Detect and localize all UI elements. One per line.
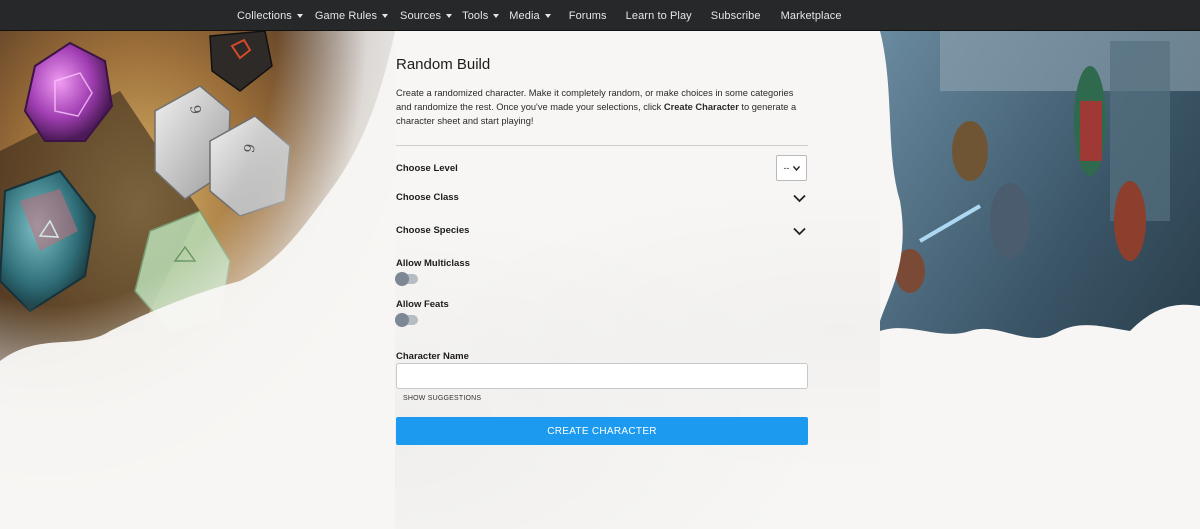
level-select[interactable]: -- xyxy=(776,155,807,181)
nav-item-label: Game Rules xyxy=(314,9,378,22)
chevron-down-icon xyxy=(792,165,800,171)
level-select-value: -- xyxy=(783,163,790,173)
nav-item-label: Learn to Play xyxy=(625,9,692,22)
character-name-label: Character Name xyxy=(396,351,469,362)
caret-down-icon xyxy=(296,13,303,18)
nav-item-label: Forums xyxy=(568,9,607,22)
adventurers-artwork xyxy=(880,31,1200,529)
create-character-button[interactable]: CREATE CHARACTER xyxy=(396,417,808,445)
nav-item-marketplace[interactable]: Marketplace xyxy=(781,0,842,31)
feats-toggle[interactable] xyxy=(395,313,418,327)
caret-down-icon xyxy=(382,13,389,18)
character-name-input[interactable] xyxy=(396,363,808,389)
caret-down-icon xyxy=(544,13,551,18)
caret-down-icon xyxy=(493,13,500,18)
intro-text: Create a randomized character. Make it c… xyxy=(396,86,808,128)
nav-item-tools[interactable]: Tools xyxy=(462,0,500,31)
section-divider xyxy=(396,145,808,146)
nav-links: Collections Game Rules Sources Tools Media Fo… xyxy=(237,0,842,31)
dice-artwork: 9 6 xyxy=(0,31,395,529)
caret-down-icon xyxy=(446,13,453,18)
nav-item-label: Media xyxy=(509,9,540,22)
nav-item-sources[interactable]: Sources xyxy=(400,0,453,31)
top-navigation: Collections Game Rules Sources Tools Media Fo… xyxy=(0,0,1200,31)
dice-illustration: 9 6 xyxy=(0,31,395,529)
nav-item-learn-to-play[interactable]: Learn to Play xyxy=(626,0,692,31)
chevron-down-icon[interactable] xyxy=(793,227,806,236)
toggle-knob xyxy=(395,272,409,286)
nav-item-collections[interactable]: Collections xyxy=(237,0,303,31)
nav-item-label: Marketplace xyxy=(780,9,842,22)
multiclass-toggle[interactable] xyxy=(395,272,418,286)
allow-multiclass-label: Allow Multiclass xyxy=(396,258,470,269)
chevron-down-icon[interactable] xyxy=(793,194,806,203)
choose-class-label[interactable]: Choose Class xyxy=(396,192,459,203)
toggle-knob xyxy=(395,313,409,327)
nav-item-forums[interactable]: Forums xyxy=(569,0,607,31)
show-suggestions-link[interactable]: SHOW SUGGESTIONS xyxy=(403,395,481,402)
nav-item-label: Tools xyxy=(462,9,489,22)
nav-item-label: Subscribe xyxy=(710,9,761,22)
choose-level-label: Choose Level xyxy=(396,163,458,174)
intro-text-bold: Create Character xyxy=(663,102,739,112)
nav-item-subscribe[interactable]: Subscribe xyxy=(711,0,761,31)
page-title: Random Build xyxy=(396,56,491,73)
allow-feats-label: Allow Feats xyxy=(396,299,449,310)
nav-item-media[interactable]: Media xyxy=(509,0,551,31)
adventurers-illustration xyxy=(880,31,1200,529)
nav-item-game-rules[interactable]: Game Rules xyxy=(314,0,389,31)
choose-species-label[interactable]: Choose Species xyxy=(396,225,469,236)
random-build-form: Random Build Create a randomized charact… xyxy=(395,31,808,529)
nav-item-label: Collections xyxy=(237,9,292,22)
nav-item-label: Sources xyxy=(400,9,442,22)
